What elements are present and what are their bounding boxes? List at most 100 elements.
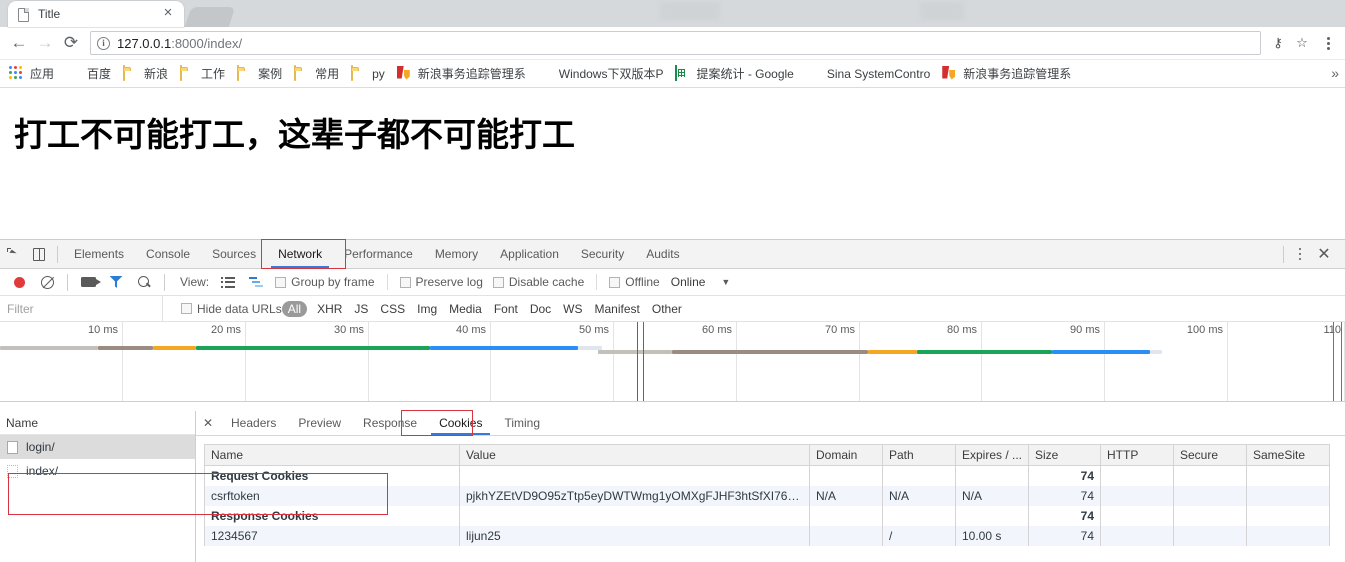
record-button[interactable] (6, 269, 32, 295)
tab-elements[interactable]: Elements (63, 240, 135, 268)
tab-network[interactable]: Network (267, 240, 333, 268)
info-circle-icon[interactable]: i (97, 36, 110, 50)
view-label: View: (180, 275, 210, 289)
table-row[interactable]: Response Cookies 74 (204, 505, 1330, 526)
col-size[interactable]: Size (1028, 444, 1101, 466)
filter-type-xhr[interactable]: XHR (311, 302, 348, 316)
network-overview-chart[interactable]: 10 ms 20 ms 30 ms 40 ms 50 ms 60 ms 70 m… (0, 322, 1345, 402)
bookmark-folder-cases[interactable]: 案例 (232, 63, 287, 85)
hide-data-urls-checkbox[interactable]: Hide data URLs (181, 302, 282, 316)
tab-audits[interactable]: Audits (635, 240, 690, 268)
capture-screenshots-icon[interactable] (75, 269, 101, 295)
detail-tab-cookies[interactable]: Cookies (428, 411, 493, 435)
chevron-down-icon[interactable]: ▼ (721, 277, 730, 287)
col-domain[interactable]: Domain (809, 444, 883, 466)
filter-type-other[interactable]: Other (646, 302, 688, 316)
tab-security[interactable]: Security (570, 240, 635, 268)
bookmark-folder-common[interactable]: 常用 (289, 63, 344, 85)
search-icon[interactable] (131, 269, 157, 295)
col-name[interactable]: Name (204, 444, 460, 466)
offline-label: Offline (625, 275, 660, 289)
group-by-frame-checkbox[interactable]: Group by frame (275, 275, 375, 289)
col-samesite[interactable]: SameSite (1246, 444, 1330, 466)
inspect-element-icon[interactable] (0, 241, 26, 267)
three-dots-vertical-icon[interactable] (1289, 241, 1311, 267)
bookmark-apps[interactable]: 应用 (4, 63, 59, 85)
tab-sources[interactable]: Sources (201, 240, 267, 268)
toggle-device-toolbar-icon[interactable] (26, 241, 52, 267)
close-icon[interactable]: ✕ (1311, 241, 1337, 267)
checkbox[interactable] (275, 276, 287, 288)
checkbox[interactable] (492, 276, 504, 288)
bookmark-sina-tracker[interactable]: 新浪事务追踪管理系 (392, 63, 531, 85)
filter-input[interactable] (0, 296, 163, 321)
cell-samesite (1246, 525, 1330, 546)
offline-checkbox[interactable]: Offline (609, 275, 660, 289)
bookmark-folder-sina[interactable]: 新浪 (118, 63, 173, 85)
close-icon[interactable]: × (160, 5, 176, 22)
throttling-select[interactable]: Online (671, 275, 706, 289)
request-name: login/ (26, 440, 55, 454)
bookmark-windows-player[interactable]: Windows下双版本P (533, 63, 669, 85)
clear-icon[interactable] (34, 269, 60, 295)
grid-line (122, 322, 123, 401)
table-row[interactable]: csrftoken pjkhYZEtVD9O95zTtp5eyDWTWmg1yO… (204, 485, 1330, 506)
bookmarks-overflow-icon[interactable]: » (1331, 65, 1339, 81)
request-row-index[interactable]: index/ (0, 459, 195, 483)
detail-tab-timing[interactable]: Timing (493, 411, 551, 435)
filter-type-doc[interactable]: Doc (524, 302, 557, 316)
google-sheets-icon (675, 64, 691, 82)
table-row[interactable]: 1234567 lijun25 / 10.00 s 74 (204, 525, 1330, 546)
cell-samesite (1246, 505, 1330, 526)
tab-application[interactable]: Application (489, 240, 570, 268)
password-key-icon[interactable]: ⚷ (1267, 32, 1289, 54)
back-button[interactable]: ← (6, 30, 32, 56)
request-row-login[interactable]: login/ (0, 435, 195, 459)
close-icon[interactable]: ✕ (196, 411, 220, 435)
tick-label: 20 ms (211, 324, 241, 336)
waterfall-view-icon[interactable] (243, 269, 269, 295)
bookmark-sina-tracker-2[interactable]: 新浪事务追踪管理系 (937, 63, 1076, 85)
table-row[interactable]: Request Cookies 74 (204, 465, 1330, 486)
new-tab-button[interactable] (184, 7, 236, 27)
detail-tab-headers[interactable]: Headers (220, 411, 287, 435)
request-list-header[interactable]: Name (0, 411, 195, 435)
filter-type-img[interactable]: Img (411, 302, 443, 316)
disable-cache-checkbox[interactable]: Disable cache (492, 275, 584, 289)
bookmark-star-icon[interactable]: ☆ (1291, 32, 1313, 54)
bookmark-folder-py[interactable]: py (346, 63, 390, 85)
checkbox[interactable] (181, 303, 192, 314)
list-view-icon[interactable] (215, 269, 241, 295)
filter-type-manifest[interactable]: Manifest (589, 302, 646, 316)
filter-type-media[interactable]: Media (443, 302, 488, 316)
bookmark-sina-systemcontrol[interactable]: Sina SystemContro (801, 63, 935, 85)
col-value[interactable]: Value (459, 444, 810, 466)
address-bar[interactable]: i 127.0.0.1:8000/index/ (90, 31, 1261, 55)
tab-memory[interactable]: Memory (424, 240, 489, 268)
tab-performance[interactable]: Performance (333, 240, 424, 268)
bookmark-baidu[interactable]: 百度 (61, 63, 116, 85)
forward-button[interactable]: → (32, 30, 58, 56)
bookmark-folder-work[interactable]: 工作 (175, 63, 230, 85)
checkbox[interactable] (609, 276, 621, 288)
reload-button[interactable]: ⟳ (58, 30, 84, 56)
filter-type-css[interactable]: CSS (374, 302, 411, 316)
three-dots-vertical-icon[interactable] (1317, 30, 1339, 56)
detail-tab-response[interactable]: Response (352, 411, 428, 435)
col-http[interactable]: HTTP (1100, 444, 1174, 466)
filter-icon[interactable] (103, 269, 129, 295)
col-path[interactable]: Path (882, 444, 956, 466)
devtools-tab-bar: Elements Console Sources Network Perform… (0, 239, 1345, 269)
col-secure[interactable]: Secure (1173, 444, 1247, 466)
bookmark-google-sheet[interactable]: 提案统计 - Google (670, 63, 798, 85)
preserve-log-checkbox[interactable]: Preserve log (399, 275, 483, 289)
col-expires[interactable]: Expires / ... (955, 444, 1029, 466)
detail-tab-preview[interactable]: Preview (287, 411, 352, 435)
filter-type-all[interactable]: All (281, 300, 308, 317)
checkbox[interactable] (399, 276, 411, 288)
filter-type-font[interactable]: Font (488, 302, 524, 316)
tab-console[interactable]: Console (135, 240, 201, 268)
browser-tab[interactable]: Title × (8, 1, 184, 27)
filter-type-js[interactable]: JS (348, 302, 374, 316)
filter-type-ws[interactable]: WS (557, 302, 588, 316)
